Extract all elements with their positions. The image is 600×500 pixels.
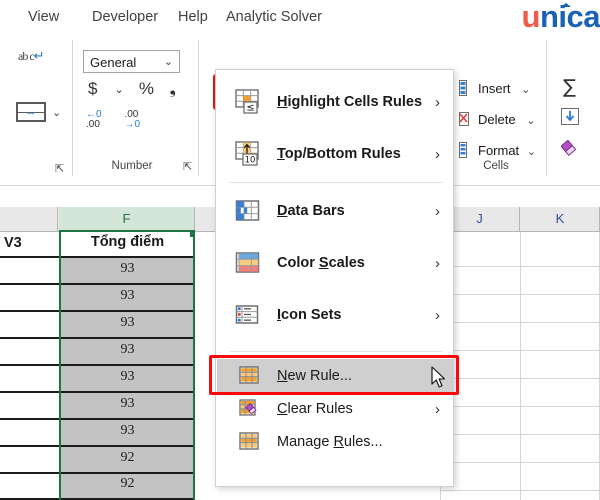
menu-item-label: Highlight Cells Rules bbox=[277, 94, 422, 110]
cell-f-value[interactable]: 92 bbox=[62, 476, 193, 492]
menu-item-color-scales[interactable]: Color Scales › bbox=[217, 237, 454, 289]
cells-group-label: Cells bbox=[468, 160, 524, 172]
cell-f-value[interactable]: 93 bbox=[62, 423, 193, 439]
graduation-cap-icon bbox=[561, 3, 571, 7]
ribbon-tab-bar: View Developer Help Analytic Solver unic… bbox=[0, 0, 600, 36]
conditional-formatting-menu: ≤ Highlight Cells Rules › 10 bbox=[215, 69, 454, 487]
excel-window: View Developer Help Analytic Solver unic… bbox=[0, 0, 600, 500]
currency-button[interactable]: $ bbox=[88, 79, 110, 99]
tab-developer[interactable]: Developer bbox=[92, 7, 158, 27]
format-caret-icon: ⌄ bbox=[527, 146, 536, 158]
delete-label: Delete bbox=[478, 112, 516, 127]
cell-f-value[interactable]: 93 bbox=[62, 261, 193, 277]
top-bottom-rules-icon: 10 bbox=[235, 141, 263, 167]
decrease-decimal-button[interactable]: .00→0 bbox=[124, 110, 158, 130]
menu-item-label: Color Scales bbox=[277, 255, 365, 271]
format-cells-icon bbox=[459, 142, 474, 158]
menu-item-manage-rules[interactable]: Manage Rules... bbox=[217, 425, 454, 458]
chevron-right-icon: › bbox=[435, 255, 440, 272]
decimal-buttons: ←0.00 .00→0 bbox=[86, 110, 158, 130]
format-label: Format bbox=[478, 143, 519, 158]
currency-caret-icon[interactable]: ⌄ bbox=[114, 83, 134, 96]
cell-f-value[interactable]: 92 bbox=[62, 450, 193, 466]
percent-button[interactable]: % bbox=[139, 79, 165, 99]
autosum-icon[interactable]: ∑ bbox=[563, 78, 576, 97]
column-header-k[interactable]: K bbox=[521, 207, 600, 231]
number-group-label: Number bbox=[100, 160, 164, 172]
svg-text:≤: ≤ bbox=[246, 103, 254, 114]
merge-arrow-glyph: ↔ bbox=[21, 107, 41, 117]
wrap-text-icon[interactable]: ab c↵ bbox=[18, 50, 45, 62]
delete-button[interactable]: Delete ⌄ bbox=[478, 112, 535, 127]
clear-rules-icon bbox=[239, 399, 261, 419]
number-quick-formats: $ ⌄ % ❟ bbox=[88, 79, 187, 99]
menu-item-label: New Rule... bbox=[277, 368, 352, 384]
unica-logo: unica bbox=[522, 0, 600, 36]
fill-icon[interactable] bbox=[561, 108, 580, 131]
menu-item-highlight-cells-rules[interactable]: ≤ Highlight Cells Rules › bbox=[217, 76, 454, 128]
menu-item-top-bottom-rules[interactable]: 10 Top/Bottom Rules › bbox=[217, 128, 454, 180]
chevron-down-icon: ⌄ bbox=[164, 53, 173, 72]
menu-separator bbox=[230, 182, 442, 183]
data-bars-icon bbox=[235, 198, 263, 224]
menu-item-clear-rules[interactable]: Clear Rules › bbox=[217, 392, 454, 425]
menu-item-label: Manage Rules... bbox=[277, 434, 383, 450]
menu-separator bbox=[230, 351, 442, 352]
number-format-select[interactable]: General ⌄ bbox=[83, 50, 180, 73]
column-header-e[interactable] bbox=[0, 207, 58, 231]
selection-handle[interactable] bbox=[190, 232, 195, 237]
tab-view[interactable]: View bbox=[28, 7, 59, 27]
icon-sets-icon bbox=[235, 302, 263, 328]
insert-caret-icon: ⌄ bbox=[521, 84, 530, 96]
insert-button[interactable]: Insert ⌄ bbox=[478, 81, 530, 96]
menu-item-label: Icon Sets bbox=[277, 307, 341, 323]
menu-item-label: Clear Rules bbox=[277, 401, 353, 417]
color-scales-icon bbox=[235, 250, 263, 276]
menu-item-new-rule[interactable]: New Rule... bbox=[217, 359, 454, 392]
menu-item-label: Top/Bottom Rules bbox=[277, 146, 401, 162]
comma-style-button[interactable]: ❟ bbox=[169, 79, 187, 99]
chevron-right-icon: › bbox=[435, 146, 440, 163]
merge-center-icon[interactable]: ↔ bbox=[16, 102, 46, 122]
chevron-right-icon: › bbox=[435, 203, 440, 220]
mouse-cursor bbox=[431, 366, 447, 395]
clear-icon[interactable] bbox=[561, 140, 580, 163]
cell-f-value[interactable]: 93 bbox=[62, 369, 193, 385]
wrap-text-glyph: ab c bbox=[18, 49, 34, 63]
alignment-dialog-launcher[interactable]: ⇱ bbox=[55, 164, 66, 175]
highlight-cells-rules-icon: ≤ bbox=[235, 89, 263, 115]
svg-text:10: 10 bbox=[245, 156, 256, 166]
increase-decimal-button[interactable]: ←0.00 bbox=[86, 110, 120, 130]
menu-item-data-bars[interactable]: Data Bars › bbox=[217, 185, 454, 237]
cell-f-value[interactable]: 93 bbox=[62, 342, 193, 358]
menu-item-label: Data Bars bbox=[277, 203, 345, 219]
cell-f-value[interactable]: 93 bbox=[62, 396, 193, 412]
manage-rules-icon bbox=[239, 432, 261, 452]
merge-dropdown-caret[interactable]: ⌄ bbox=[52, 106, 61, 119]
tab-analytic-solver[interactable]: Analytic Solver bbox=[226, 7, 322, 27]
cell-f-value[interactable]: 93 bbox=[62, 315, 193, 331]
delete-caret-icon: ⌄ bbox=[526, 115, 535, 127]
insert-cells-icon bbox=[459, 80, 474, 96]
number-dialog-launcher[interactable]: ⇱ bbox=[183, 162, 194, 173]
menu-item-icon-sets[interactable]: Icon Sets › bbox=[217, 289, 454, 341]
logo-u: u bbox=[522, 0, 540, 34]
wrap-arrow-glyph: ↵ bbox=[34, 48, 45, 63]
chevron-right-icon: › bbox=[435, 307, 440, 324]
format-button[interactable]: Format ⌄ bbox=[478, 143, 536, 158]
chevron-right-icon: › bbox=[435, 401, 440, 418]
cell-f-value[interactable]: 93 bbox=[62, 288, 193, 304]
column-header-f[interactable]: F bbox=[59, 207, 195, 231]
header-cell-v3: V3 bbox=[4, 235, 60, 251]
new-rule-icon bbox=[239, 366, 261, 386]
chevron-right-icon: › bbox=[435, 94, 440, 111]
tab-help[interactable]: Help bbox=[178, 7, 208, 27]
delete-cells-icon bbox=[459, 111, 474, 127]
insert-label: Insert bbox=[478, 81, 511, 96]
number-format-value: General bbox=[90, 55, 136, 70]
